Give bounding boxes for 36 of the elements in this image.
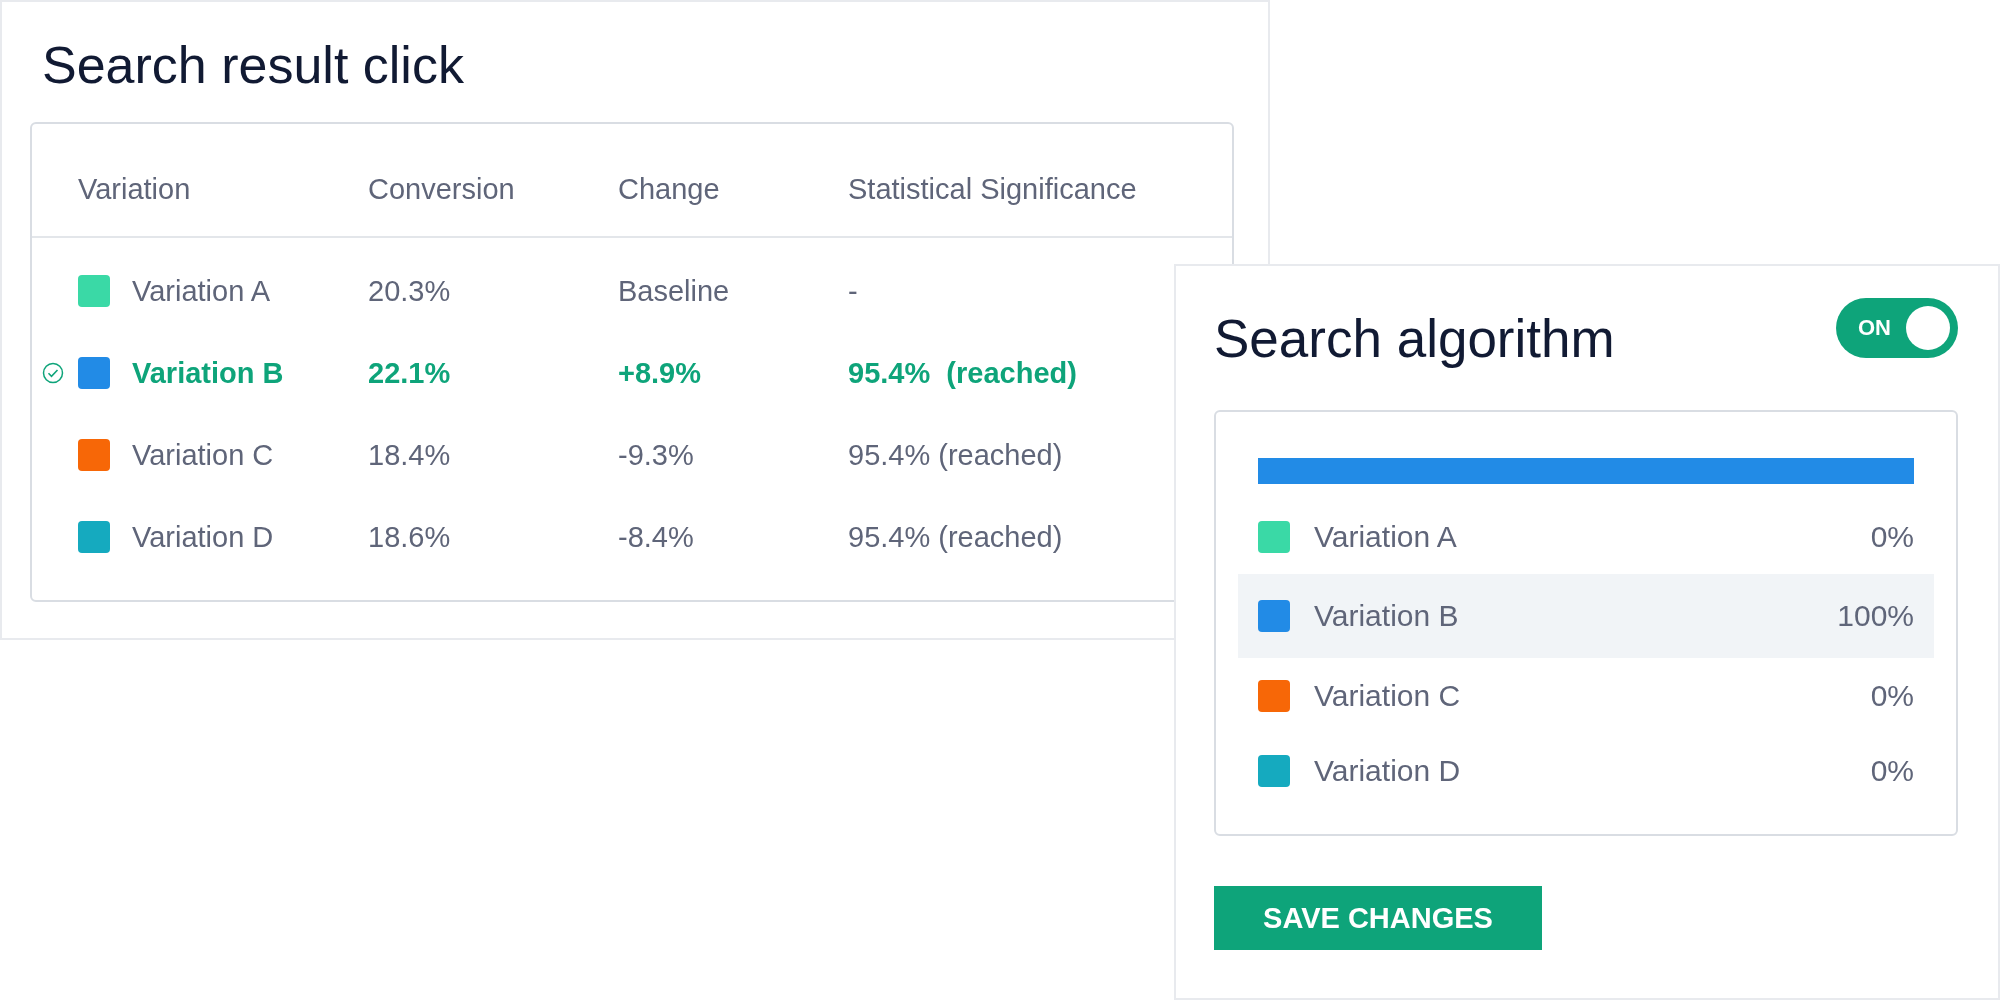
table-cell-text: 95.4% (reached) — [848, 438, 1064, 472]
table-cell-text: -8.4% — [618, 520, 695, 554]
table-cell-text: 95.4% (reached) — [848, 520, 1064, 554]
save-button[interactable]: SAVE CHANGES — [1214, 886, 1542, 950]
table-cell-text: Baseline — [618, 274, 731, 308]
column-header: Variation — [78, 172, 192, 206]
variation-name: Variation D — [1314, 753, 1462, 788]
variation-name: Variation B — [1314, 599, 1460, 633]
traffic-share: 0% — [1870, 678, 1914, 713]
table-cell-text: 95.4% (reached) — [848, 356, 1078, 390]
table-cell: Variation D — [132, 520, 274, 554]
card-title: Search result click — [41, 35, 465, 96]
table-cell-text: - — [848, 274, 859, 308]
allocation-row[interactable]: Variation C 0% — [1238, 658, 1934, 733]
table-cell-text: 18.6% — [368, 520, 452, 554]
table-cell: Variation A — [132, 274, 271, 308]
column-header: Statistical Significance — [848, 172, 1138, 206]
table-cell-text: -9.3% — [618, 438, 695, 472]
card-title: Search algorithm — [1214, 307, 1615, 369]
traffic-share: 0% — [1870, 519, 1914, 554]
column-header: Conversion — [368, 172, 516, 206]
table-cell: Variation B — [132, 356, 284, 390]
column-header: Change — [618, 172, 721, 206]
allocation-row[interactable]: Variation B 100% — [1238, 574, 1934, 658]
toggle-switch[interactable]: ON — [1836, 298, 1958, 358]
traffic-share: 0% — [1870, 753, 1914, 788]
table-cell-text: 22.1% — [368, 356, 452, 390]
table-cell-text: 20.3% — [368, 274, 452, 308]
table-cell: Variation C — [132, 438, 274, 472]
allocation-row[interactable]: Variation D 0% — [1238, 733, 1934, 808]
variation-name: Variation C — [1314, 678, 1462, 713]
table-cell-text: 18.4% — [368, 438, 452, 472]
traffic-share: 100% — [1837, 599, 1914, 633]
variation-name: Variation A — [1314, 519, 1458, 554]
table-cell-text: +8.9% — [618, 356, 703, 390]
allocation-row[interactable]: Variation A 0% — [1238, 499, 1934, 574]
